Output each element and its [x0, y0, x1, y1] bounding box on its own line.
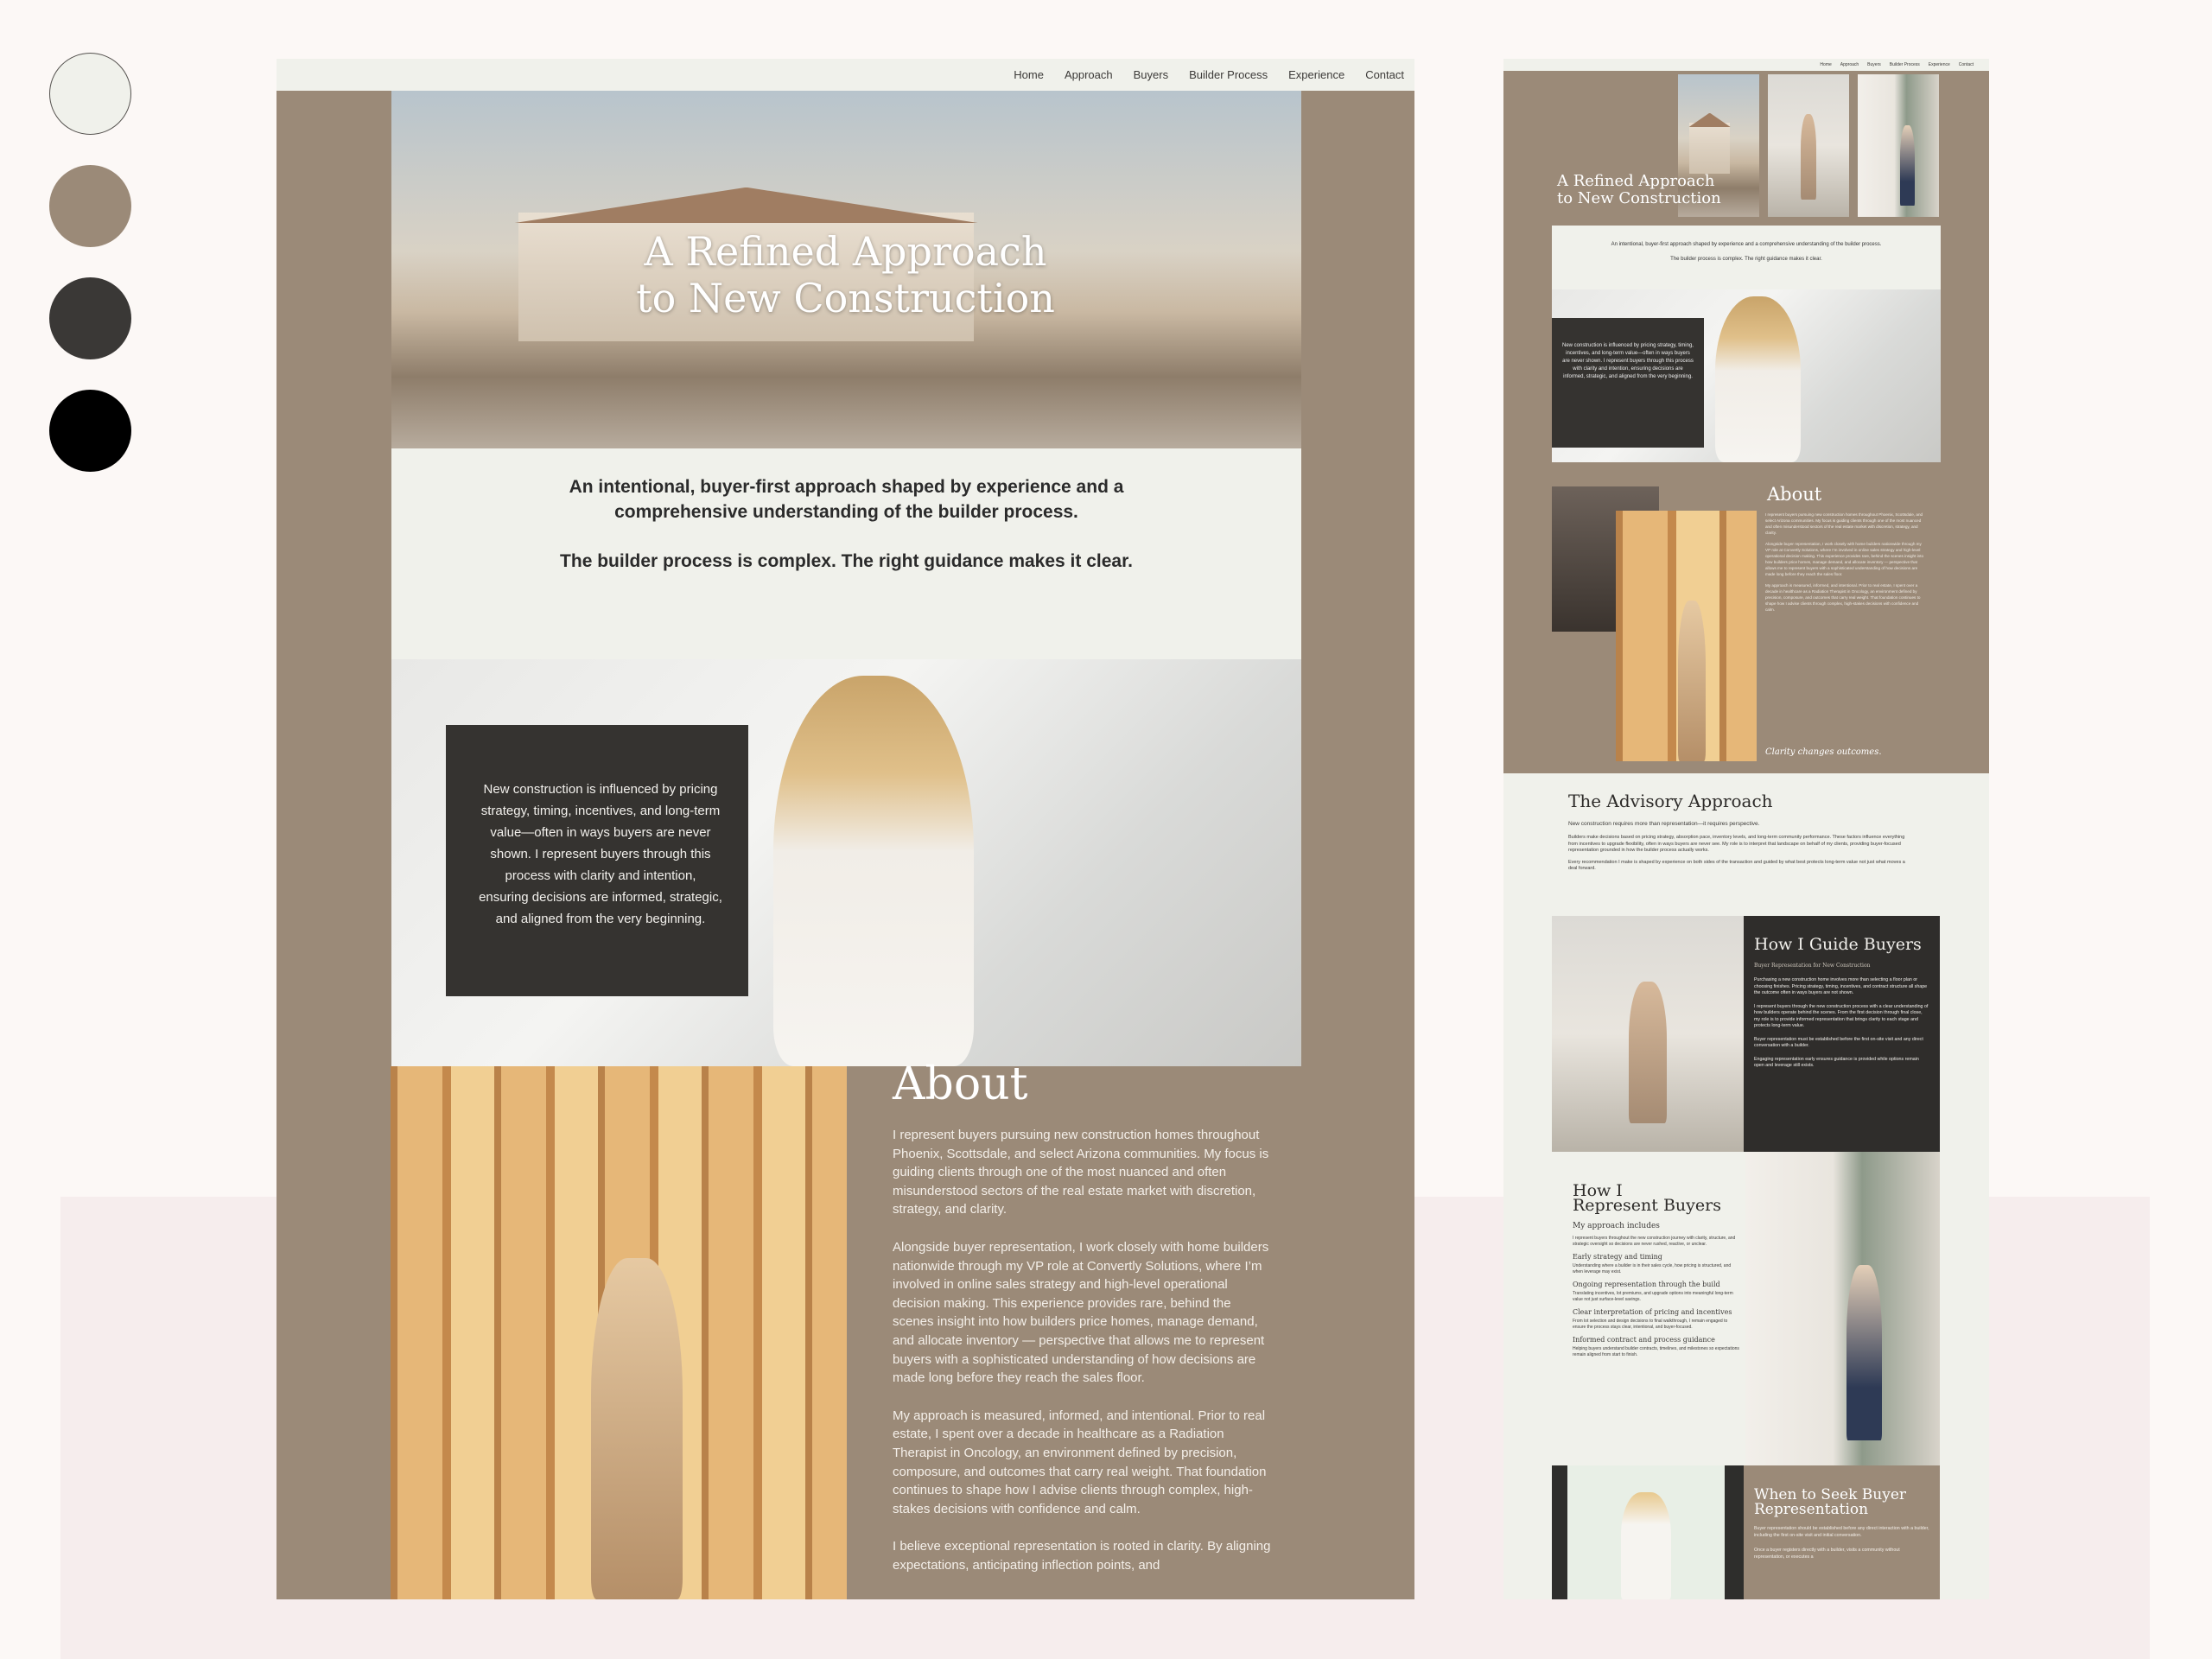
nav-approach[interactable]: Approach: [1065, 68, 1113, 81]
advisory-subtitle: New construction requires more than repr…: [1568, 821, 1760, 827]
represent-photo: [1745, 1152, 1940, 1465]
represent-item-body: Helping buyers understand builder contra…: [1573, 1346, 1739, 1357]
mini-about-closing: Clarity changes outcomes.: [1765, 747, 1882, 757]
intro-line2: The builder process is complex. The righ…: [560, 551, 1133, 571]
mini-intro-section: An intentional, buyer-first approach sha…: [1552, 226, 1941, 289]
guide-paragraph-1: Purchasing a new construction home invol…: [1754, 977, 1928, 995]
mini-about-body: I represent buyers pursuing new construc…: [1765, 512, 1925, 618]
represent-subtitle: My approach includes: [1573, 1222, 1660, 1230]
nav-contact[interactable]: Contact: [1365, 68, 1404, 81]
mini-nav-buyers[interactable]: Buyers: [1867, 62, 1881, 67]
about-title: About: [893, 1058, 1028, 1110]
represent-item-heading: Ongoing representation through the build: [1573, 1281, 1720, 1288]
represent-intro: I represent buyers throughout the new co…: [1573, 1236, 1736, 1247]
represent-item-body: Understanding where a builder is in thei…: [1573, 1263, 1732, 1274]
about-body: I represent buyers pursuing new construc…: [893, 1126, 1273, 1593]
guide-subtitle: Buyer Representation for New Constructio…: [1754, 963, 1871, 969]
hero-title: A Refined Approach to New Construction: [276, 228, 1414, 321]
mini-nav-contact[interactable]: Contact: [1959, 62, 1974, 67]
guide-paragraph-4: Engaging representation early ensures gu…: [1754, 1056, 1919, 1069]
palette-swatch-black: [49, 390, 131, 472]
guide-section: How I Guide Buyers Buyer Representation …: [1744, 916, 1940, 1152]
mini-nav-experience[interactable]: Experience: [1929, 62, 1950, 67]
mini-nav-builder-process[interactable]: Builder Process: [1890, 62, 1920, 67]
represent-item-heading: Clear interpretation of pricing and ince…: [1573, 1308, 1732, 1316]
mini-top-nav: Home Approach Buyers Builder Process Exp…: [1503, 59, 1989, 71]
advisory-paragraph-1: Builders make decisions based on pricing…: [1568, 835, 1905, 853]
mini-about-photo-2: [1616, 511, 1757, 761]
represent-item-heading: Early strategy and timing: [1573, 1253, 1662, 1261]
guide-paragraph-2: I represent buyers through the new const…: [1754, 1003, 1929, 1029]
feature-text-box: New construction is influenced by pricin…: [446, 725, 748, 996]
guide-photo: [1552, 916, 1744, 1152]
represent-item-body: Translating incentives, lot premiums, an…: [1573, 1291, 1733, 1302]
mini-hero-photo-2: [1768, 74, 1849, 217]
mini-feature-text-box: New construction is influenced by pricin…: [1552, 318, 1704, 448]
palette-swatch-charcoal: [49, 277, 131, 359]
guide-paragraph-3: Buyer representation must be established…: [1754, 1036, 1923, 1049]
mini-hero-title-line2: to New Construction: [1557, 189, 1721, 207]
mini-hero-title: A Refined Approach to New Construction: [1557, 173, 1721, 207]
nav-home[interactable]: Home: [1014, 68, 1044, 81]
when-paragraph-1: Buyer representation should be establish…: [1754, 1526, 1929, 1538]
hero-title-line2: to New Construction: [636, 275, 1055, 321]
when-paragraph-2: Once a buyer registers directly with a b…: [1754, 1548, 1900, 1560]
represent-item-body: From lot selection and design decisions …: [1573, 1319, 1728, 1330]
desktop-page-preview: Home Approach Buyers Builder Process Exp…: [276, 59, 1414, 1599]
palette-swatch-taupe: [49, 165, 131, 247]
nav-buyers[interactable]: Buyers: [1134, 68, 1168, 81]
mini-intro-line1: An intentional, buyer-first approach sha…: [1611, 242, 1882, 247]
top-nav: Home Approach Buyers Builder Process Exp…: [276, 59, 1414, 91]
intro-section: An intentional, buyer-first approach sha…: [391, 448, 1301, 659]
intro-line1: An intentional, buyer-first approach sha…: [569, 477, 1124, 522]
represent-title-line2: Represent Buyers: [1573, 1196, 1721, 1215]
mini-about-paragraph-2: Alongside buyer representation, I work c…: [1765, 542, 1924, 576]
nav-builder-process[interactable]: Builder Process: [1189, 68, 1268, 81]
about-paragraph-3: My approach is measured, informed, and i…: [893, 1408, 1267, 1516]
advisory-title: The Advisory Approach: [1568, 791, 1773, 811]
represent-item-heading: Informed contract and process guidance: [1573, 1336, 1715, 1344]
when-title: When to Seek Buyer Representation: [1754, 1488, 1929, 1517]
represent-title: How I Represent Buyers: [1573, 1183, 1741, 1215]
mini-about-paragraph-1: I represent buyers pursuing new construc…: [1765, 512, 1923, 535]
mini-hero-title-line1: A Refined Approach: [1557, 172, 1715, 190]
when-photo: [1552, 1465, 1744, 1599]
when-section: When to Seek Buyer Representation Buyer …: [1744, 1465, 1940, 1599]
mini-nav-approach[interactable]: Approach: [1840, 62, 1859, 67]
mini-intro-line2: The builder process is complex. The righ…: [1670, 257, 1822, 262]
nav-experience[interactable]: Experience: [1288, 68, 1344, 81]
palette-swatch-ivory: [49, 53, 131, 135]
mini-nav-home[interactable]: Home: [1820, 62, 1831, 67]
when-title-line2: Representation: [1754, 1501, 1869, 1518]
full-page-preview: Home Approach Buyers Builder Process Exp…: [1503, 59, 1989, 1599]
hero-title-line1: A Refined Approach: [644, 228, 1047, 275]
about-paragraph-1: I represent buyers pursuing new construc…: [893, 1128, 1269, 1217]
about-paragraph-2: Alongside buyer representation, I work c…: [893, 1239, 1269, 1386]
guide-title: How I Guide Buyers: [1754, 935, 1922, 954]
represent-section: How I Represent Buyers My approach inclu…: [1573, 1183, 1741, 1363]
mini-about-title: About: [1767, 484, 1822, 505]
mini-hero-photo-3: [1858, 74, 1939, 217]
advisory-paragraph-2: Every recommendation I make is shaped by…: [1568, 859, 1905, 872]
about-paragraph-4: I believe exceptional representation is …: [893, 1539, 1271, 1573]
framing-construction-photo: [391, 1066, 847, 1599]
advisory-body: Builders make decisions based on pricing…: [1568, 835, 1914, 878]
mini-about-paragraph-3: My approach is measured, informed, and i…: [1765, 583, 1921, 612]
